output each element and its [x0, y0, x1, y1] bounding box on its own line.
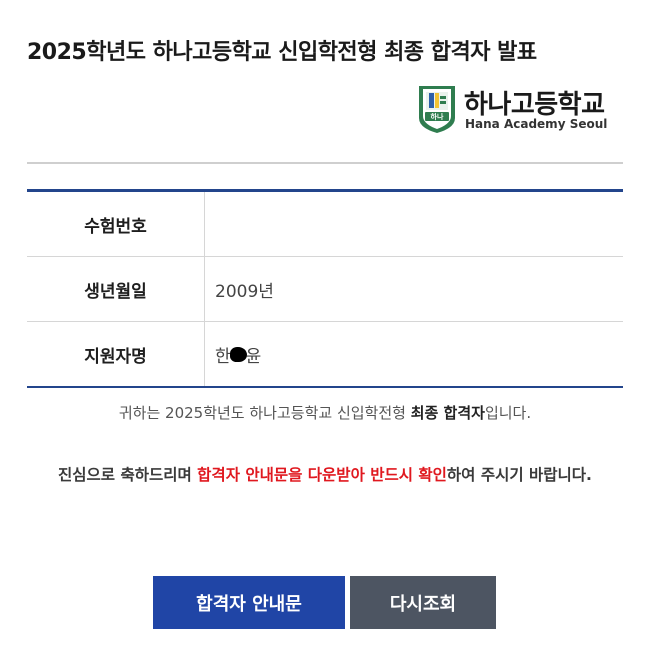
header-divider [27, 162, 623, 164]
congratulation-suffix: 하여 주시기 바랍니다. [446, 466, 592, 484]
applicant-name-label: 지원자명 [27, 322, 205, 386]
table-row-birthdate: 생년월일 2009년 [27, 257, 623, 322]
result-page: 2025학년도 하나고등학교 신입학전형 최종 합격자 발표 하나 하나고등학교… [0, 0, 655, 647]
result-message-prefix: 귀하는 2025학년도 하나고등학교 신입학전형 [118, 404, 411, 422]
exam-number-label: 수험번호 [27, 192, 205, 256]
exam-number-value [205, 192, 623, 256]
table-row-exam-number: 수험번호 [27, 192, 623, 257]
birthdate-label: 생년월일 [27, 257, 205, 321]
school-name-kr: 하나고등학교 [464, 90, 605, 120]
congratulation-prefix: 진심으로 축하드리며 [58, 466, 198, 484]
birthdate-value: 2009년 [215, 281, 274, 302]
download-notice-button[interactable]: 합격자 안내문 [153, 576, 345, 629]
recheck-button[interactable]: 다시조회 [350, 576, 496, 629]
congratulation-highlight: 합격자 안내문을 다운받아 반드시 확인 [197, 466, 447, 484]
emblem-text: 하나 [431, 112, 444, 121]
result-message-suffix: 입니다. [484, 404, 532, 422]
applicant-info-table: 수험번호 생년월일 2009년 지원자명 한윤 [27, 189, 623, 388]
redaction-mark [229, 346, 247, 362]
school-emblem-icon: 하나 [419, 86, 455, 133]
applicant-name-suffix: 윤 [245, 346, 262, 367]
congratulation-message: 진심으로 축하드리며 합격자 안내문을 다운받아 반드시 확인하여 주시기 바랍… [27, 460, 623, 490]
school-logo: 하나 하나고등학교 Hana Academy Seoul [413, 82, 628, 138]
result-message: 귀하는 2025학년도 하나고등학교 신입학전형 최종 합격자입니다. [27, 402, 623, 423]
page-title: 2025학년도 하나고등학교 신입학전형 최종 합격자 발표 [27, 40, 537, 65]
school-name-en: Hana Academy Seoul [465, 117, 608, 131]
applicant-name-prefix: 한 [215, 346, 231, 367]
table-row-applicant-name: 지원자명 한윤 [27, 322, 623, 386]
result-message-bold: 최종 합격자 [410, 404, 485, 422]
applicant-name-value: 한윤 [205, 322, 623, 386]
